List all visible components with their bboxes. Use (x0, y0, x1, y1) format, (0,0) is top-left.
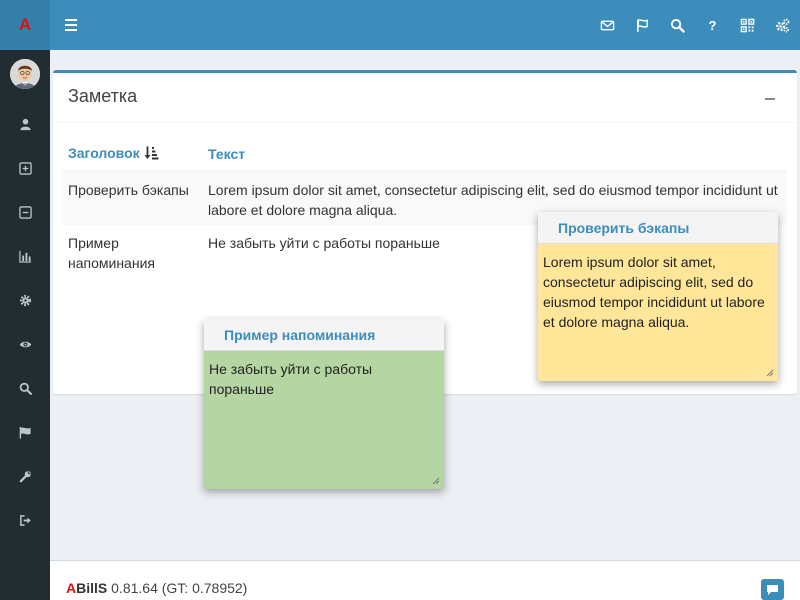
chat-button[interactable] (761, 579, 784, 600)
wrench-icon (19, 470, 31, 482)
sticky-note-reminder[interactable]: Пример напоминания Не забыть уйти с рабо… (204, 319, 444, 489)
help-button[interactable]: ? (695, 0, 730, 50)
help-icon: ? (708, 17, 717, 33)
sticky-note-text: Lorem ipsum dolor sit amet, consectetur … (543, 254, 765, 330)
sidebar-item-monitoring[interactable] (0, 322, 50, 366)
notifications-button[interactable] (625, 0, 660, 50)
cogs-icon (776, 18, 790, 32)
footer-brand-rest: BillS (76, 580, 108, 596)
resize-grip-icon[interactable] (432, 477, 440, 485)
box-title: Заметка (68, 86, 138, 106)
sidebar-item-logout[interactable] (0, 498, 50, 542)
search-button[interactable] (660, 0, 695, 50)
sidebar (0, 50, 50, 600)
sidebar-toggle-button[interactable] (60, 15, 82, 35)
search-icon (670, 18, 685, 33)
sticky-note-title[interactable]: Пример напоминания (204, 319, 444, 351)
sidebar-item-remove[interactable] (0, 190, 50, 234)
qrcode-button[interactable] (730, 0, 765, 50)
collapse-button[interactable] (765, 98, 775, 100)
logo[interactable]: A (0, 0, 50, 50)
gear-icon (19, 294, 31, 306)
top-navbar: A ? (0, 0, 800, 50)
sidebar-item-search[interactable] (0, 366, 50, 410)
sidebar-item-add[interactable] (0, 146, 50, 190)
sidebar-item-user[interactable] (0, 102, 50, 146)
sidebar-item-reports[interactable] (0, 234, 50, 278)
flag-icon (637, 18, 648, 32)
search-icon (19, 382, 32, 395)
row-title: Пример напоминания (68, 235, 155, 271)
minus-square-icon (18, 205, 32, 219)
footer-version: 0.81.64 (GT: 0.78952) (107, 580, 248, 596)
qrcode-icon (740, 18, 755, 32)
sign-out-icon (19, 514, 31, 526)
row-title: Проверить бэкапы (63, 171, 203, 225)
sidebar-item-settings[interactable] (0, 278, 50, 322)
resize-grip-icon[interactable] (766, 369, 774, 377)
envelope-icon (600, 20, 615, 30)
sticky-note-backups[interactable]: Проверить бэкапы Lorem ipsum dolor sit a… (538, 212, 778, 381)
column-header-text[interactable]: Текст (203, 139, 787, 172)
sticky-note-body[interactable]: Не забыть уйти с работы пораньше (204, 351, 444, 489)
user-icon (19, 118, 31, 130)
logo-letter: A (18, 15, 32, 34)
sticky-note-text: Не забыть уйти с работы пораньше (209, 361, 373, 397)
version-info: ABillS 0.81.64 (GT: 0.78952) (66, 580, 247, 596)
top-icon-bar: ? (590, 0, 800, 50)
messages-button[interactable] (590, 0, 625, 50)
settings-button[interactable] (765, 0, 800, 50)
sidebar-item-tools[interactable] (0, 454, 50, 498)
sticky-note-body[interactable]: Lorem ipsum dolor sit amet, consectetur … (538, 244, 778, 381)
sticky-note-title[interactable]: Проверить бэкапы (538, 212, 778, 244)
table-header-row: Заголовок Текст (63, 139, 787, 172)
comment-icon (767, 584, 778, 595)
column-header-title[interactable]: Заголовок (63, 139, 203, 172)
eye-icon (19, 341, 31, 347)
sort-icon[interactable] (144, 146, 159, 163)
plus-square-icon (18, 161, 32, 175)
box-header: Заметка (53, 73, 797, 123)
bar-chart-icon (18, 250, 31, 263)
column-header-title-label: Заголовок (68, 145, 140, 161)
footer-brand-a: A (66, 580, 77, 596)
footer: ABillS 0.81.64 (GT: 0.78952) (50, 560, 800, 600)
flag-icon (19, 426, 31, 439)
sidebar-item-flag[interactable] (0, 410, 50, 454)
avatar[interactable] (10, 59, 40, 89)
